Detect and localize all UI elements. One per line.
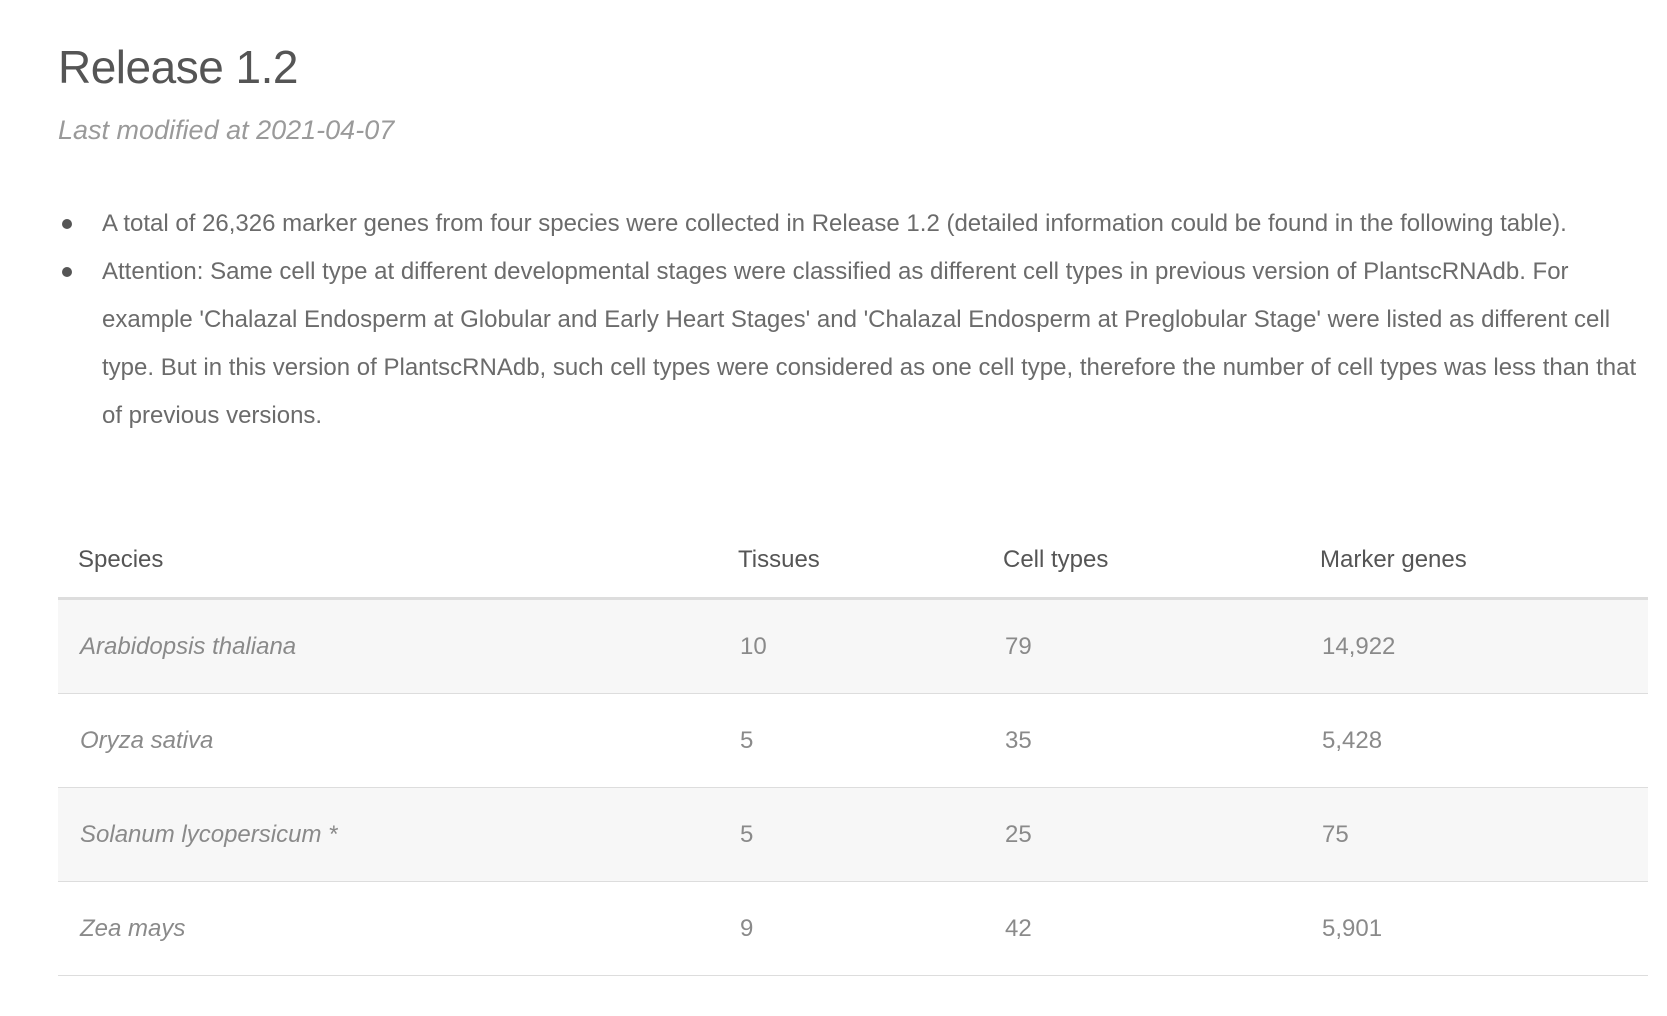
- species-stats-table: Species Tissues Cell types Marker genes …: [58, 535, 1648, 976]
- species-cell: Solanum lycopersicum *: [58, 787, 718, 882]
- marker-genes-cell: 75: [1300, 787, 1648, 882]
- species-cell: Oryza sativa: [58, 693, 718, 788]
- species-cell: Arabidopsis thaliana: [58, 598, 718, 694]
- cell-types-cell: 79: [983, 598, 1300, 694]
- table-row: Solanum lycopersicum * 5 25 75: [58, 787, 1648, 882]
- species-cell: Zea mays: [58, 881, 718, 976]
- cell-types-cell: 25: [983, 787, 1300, 882]
- release-note-item: Attention: Same cell type at different d…: [58, 248, 1638, 440]
- last-modified-date: Last modified at 2021-04-07: [58, 115, 395, 145]
- table-row: Zea mays 9 42 5,901: [58, 881, 1648, 976]
- column-header-tissues: Tissues: [718, 535, 983, 600]
- bullet-icon: [62, 219, 72, 229]
- marker-genes-cell: 5,901: [1300, 881, 1648, 976]
- marker-genes-cell: 14,922: [1300, 598, 1648, 694]
- page-title: Release 1.2: [58, 41, 299, 93]
- marker-genes-cell: 5,428: [1300, 693, 1648, 788]
- tissues-cell: 10: [718, 598, 983, 694]
- column-header-species: Species: [58, 535, 718, 600]
- column-header-cell-types: Cell types: [983, 535, 1300, 600]
- release-notes-list: A total of 26,326 marker genes from four…: [58, 200, 1638, 440]
- tissues-cell: 5: [718, 787, 983, 882]
- tissues-cell: 5: [718, 693, 983, 788]
- cell-types-cell: 42: [983, 881, 1300, 976]
- table-header-row: Species Tissues Cell types Marker genes: [58, 535, 1648, 600]
- table-row: Arabidopsis thaliana 10 79 14,922: [58, 598, 1648, 694]
- tissues-cell: 9: [718, 881, 983, 976]
- cell-types-cell: 35: [983, 693, 1300, 788]
- table-row: Oryza sativa 5 35 5,428: [58, 693, 1648, 788]
- release-note-text: Attention: Same cell type at different d…: [102, 258, 1637, 429]
- bullet-icon: [62, 267, 72, 277]
- release-note-item: A total of 26,326 marker genes from four…: [58, 200, 1638, 248]
- release-note-text: A total of 26,326 marker genes from four…: [102, 210, 1567, 237]
- column-header-marker-genes: Marker genes: [1300, 535, 1648, 600]
